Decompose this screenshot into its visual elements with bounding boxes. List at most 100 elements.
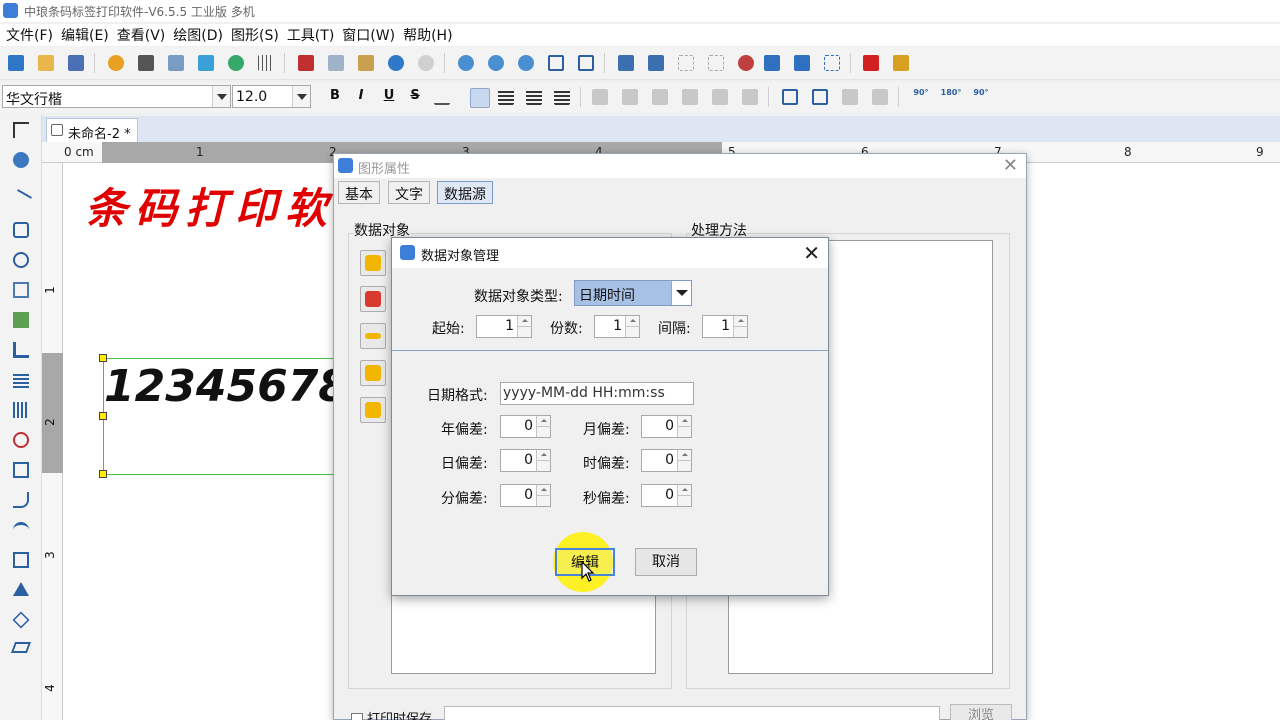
tab-text[interactable]: 文字	[388, 181, 430, 204]
cut-icon[interactable]	[298, 55, 314, 71]
image-frame-icon[interactable]	[13, 282, 29, 298]
stepper-buttons[interactable]	[625, 316, 640, 337]
menu-file[interactable]: 文件(F)	[4, 25, 59, 45]
add-button[interactable]	[360, 250, 386, 276]
print-icon[interactable]	[138, 55, 154, 71]
align-right-icon[interactable]	[526, 89, 542, 105]
rotate-180-button[interactable]: 180°	[940, 88, 962, 106]
menu-draw[interactable]: 绘图(D)	[171, 25, 229, 45]
print-preview-icon[interactable]	[168, 55, 184, 71]
ellipse-tool-icon[interactable]	[13, 252, 29, 268]
copies-stepper[interactable]: 1	[594, 315, 640, 338]
stepper-buttons[interactable]	[536, 450, 551, 471]
pdf-icon[interactable]	[863, 55, 879, 71]
ungroup-icon[interactable]	[708, 55, 724, 71]
shape-tool-icon[interactable]	[13, 432, 29, 448]
align-icon[interactable]	[794, 55, 810, 71]
stepper-buttons[interactable]	[536, 485, 551, 506]
lock-icon[interactable]	[764, 55, 780, 71]
browse-button[interactable]: 浏览	[950, 704, 1012, 720]
stepper-buttons[interactable]	[677, 416, 692, 437]
edit-object-button[interactable]	[360, 286, 386, 312]
justify-icon[interactable]	[554, 89, 570, 105]
menu-tools[interactable]: 工具(T)	[285, 25, 340, 45]
align-left-icon[interactable]	[470, 88, 490, 108]
zoom-in-icon[interactable]	[458, 55, 474, 71]
database-icon[interactable]	[198, 55, 214, 71]
center-horizontal-icon[interactable]	[782, 89, 798, 105]
move-up-button[interactable]	[360, 360, 386, 386]
align-left-edge-icon[interactable]	[592, 89, 608, 105]
distribute-icon[interactable]	[824, 55, 840, 71]
resize-handle[interactable]	[99, 354, 107, 362]
pan-tool-icon[interactable]	[13, 152, 29, 168]
strikethrough-button[interactable]: S	[406, 88, 424, 106]
data-object-type-select[interactable]: 日期时间	[574, 280, 692, 306]
hour-offset-stepper[interactable]: 0	[641, 449, 692, 472]
settings-gear-icon[interactable]	[108, 55, 124, 71]
checkbox-box[interactable]	[351, 713, 363, 720]
line-tool-icon[interactable]	[10, 189, 32, 211]
rich-text-icon[interactable]	[13, 372, 29, 388]
menu-window[interactable]: 窗口(W)	[340, 25, 401, 45]
label-text-object[interactable]: 条码打印软	[85, 175, 335, 236]
stepper-buttons[interactable]	[733, 316, 748, 337]
month-offset-stepper[interactable]: 0	[641, 415, 692, 438]
menu-view[interactable]: 查看(V)	[115, 25, 172, 45]
align-vcenter-icon[interactable]	[742, 89, 758, 105]
send-back-icon[interactable]	[648, 55, 664, 71]
bring-front-icon[interactable]	[618, 55, 634, 71]
paste-icon[interactable]	[358, 55, 374, 71]
stepper-buttons[interactable]	[677, 450, 692, 471]
redo-icon[interactable]	[418, 55, 434, 71]
close-icon[interactable]: ✕	[803, 241, 820, 265]
print-save-path-input[interactable]	[444, 706, 940, 720]
resize-handle[interactable]	[99, 470, 107, 478]
font-family-select[interactable]: 华文行楷	[2, 85, 231, 108]
year-offset-stepper[interactable]: 0	[500, 415, 551, 438]
second-offset-stepper[interactable]: 0	[641, 484, 692, 507]
rectangle-tool-icon[interactable]	[13, 222, 29, 238]
align-right-edge-icon[interactable]	[622, 89, 638, 105]
picture-icon[interactable]	[13, 312, 29, 328]
stepper-buttons[interactable]	[677, 485, 692, 506]
arc-tool-icon[interactable]	[13, 522, 29, 538]
interval-stepper[interactable]: 1	[702, 315, 748, 338]
curve-tool-icon[interactable]	[13, 492, 29, 508]
document-tab[interactable]: 未命名-2 *	[46, 118, 138, 142]
undo-icon[interactable]	[388, 55, 404, 71]
menu-shape[interactable]: 图形(S)	[229, 25, 285, 45]
new-file-icon[interactable]	[8, 55, 24, 71]
globe-icon[interactable]	[228, 55, 244, 71]
parallelogram-tool-icon[interactable]	[10, 642, 32, 653]
menu-help[interactable]: 帮助(H)	[401, 25, 458, 45]
start-stepper[interactable]: 1	[476, 315, 532, 338]
stepper-buttons[interactable]	[517, 316, 532, 337]
chevron-down-icon[interactable]	[212, 86, 230, 107]
day-offset-stepper[interactable]: 0	[500, 449, 551, 472]
polygon-tool-icon[interactable]	[13, 552, 29, 568]
eye-icon[interactable]	[738, 55, 754, 71]
copy-icon[interactable]	[328, 55, 344, 71]
align-center-icon[interactable]	[498, 89, 514, 105]
fit-width-icon[interactable]	[578, 55, 594, 71]
grid-icon[interactable]	[258, 55, 274, 71]
spacing-icon[interactable]	[434, 89, 450, 105]
close-icon[interactable]: ✕	[1003, 155, 1018, 176]
chevron-down-icon[interactable]	[671, 281, 691, 305]
diamond-tool-icon[interactable]	[12, 611, 30, 629]
qrcode-tool-icon[interactable]	[13, 462, 29, 478]
calculator-icon[interactable]	[893, 55, 909, 71]
triangle-tool-icon[interactable]	[13, 582, 29, 596]
align-bottom-edge-icon[interactable]	[682, 89, 698, 105]
italic-button[interactable]: I	[352, 88, 370, 106]
bold-button[interactable]: B	[326, 88, 344, 106]
move-down-button[interactable]	[360, 397, 386, 423]
minute-offset-stepper[interactable]: 0	[500, 484, 551, 507]
zoom-icon[interactable]	[518, 55, 534, 71]
align-middle-icon[interactable]	[712, 89, 728, 105]
fit-page-icon[interactable]	[548, 55, 564, 71]
save-icon[interactable]	[68, 55, 84, 71]
delete-button[interactable]	[360, 323, 386, 349]
font-size-select[interactable]: 12.0	[232, 85, 311, 108]
